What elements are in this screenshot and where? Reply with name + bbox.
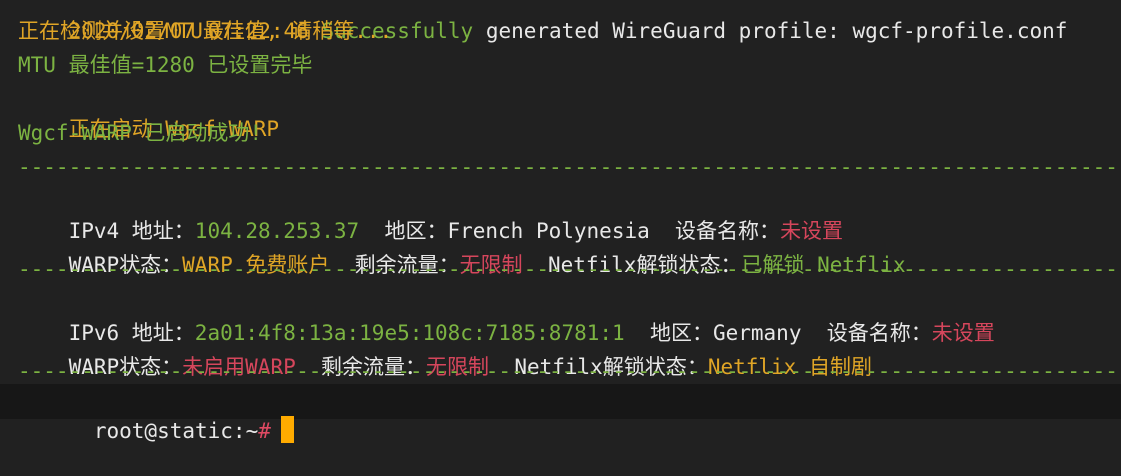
shell-prompt[interactable]: root@static:~# xyxy=(18,386,294,443)
divider-line: ----------------------------------------… xyxy=(18,155,1121,179)
output-line-mtu-done: MTU 最佳值=1280 已设置完毕 xyxy=(18,53,313,77)
output-line-started: Wgcf-WARP 已启动成功! xyxy=(18,121,263,145)
terminal-window[interactable]: 2020/02/07 07:22:46 Successfully generat… xyxy=(0,0,1121,443)
ipv4-info-line: IPv4 地址：104.28.253.37 地区：French Polynesi… xyxy=(18,186,843,243)
ipv6-info-line: IPv6 地址：2a01:4f8:13a:19e5:108c:7185:8781… xyxy=(18,288,995,345)
ipv4-status-line: WARP状态：WARP 免费账户 剩余流量：无限制 Netfilx解锁状态：已解… xyxy=(18,220,906,277)
ipv6-status-line: WARP状态：未启用WARP 剩余流量：无限制 Netfilx解锁状态：Netf… xyxy=(18,322,872,379)
prompt-bar[interactable]: root@static:~# xyxy=(0,384,1121,443)
prompt-user-host: root@static:~ xyxy=(93,419,259,443)
text-cursor xyxy=(280,416,294,443)
ipv6-device-value: 未设置 xyxy=(931,321,995,345)
output-line-mtu-detecting: 正在检测并设置MTU最佳值, 请稍等... xyxy=(18,19,393,43)
divider-line: ----------------------------------------… xyxy=(18,359,1121,383)
divider-line: ----------------------------------------… xyxy=(18,257,1121,281)
output-line-profile-generated: 2020/02/07 07:22:46 Successfully generat… xyxy=(18,0,1068,43)
output-line-starting: 正在启动 Wgcf-WARP xyxy=(18,84,279,141)
prompt-symbol: # xyxy=(258,419,271,443)
profile-message: generated WireGuard profile: wgcf-profil… xyxy=(473,19,1068,43)
